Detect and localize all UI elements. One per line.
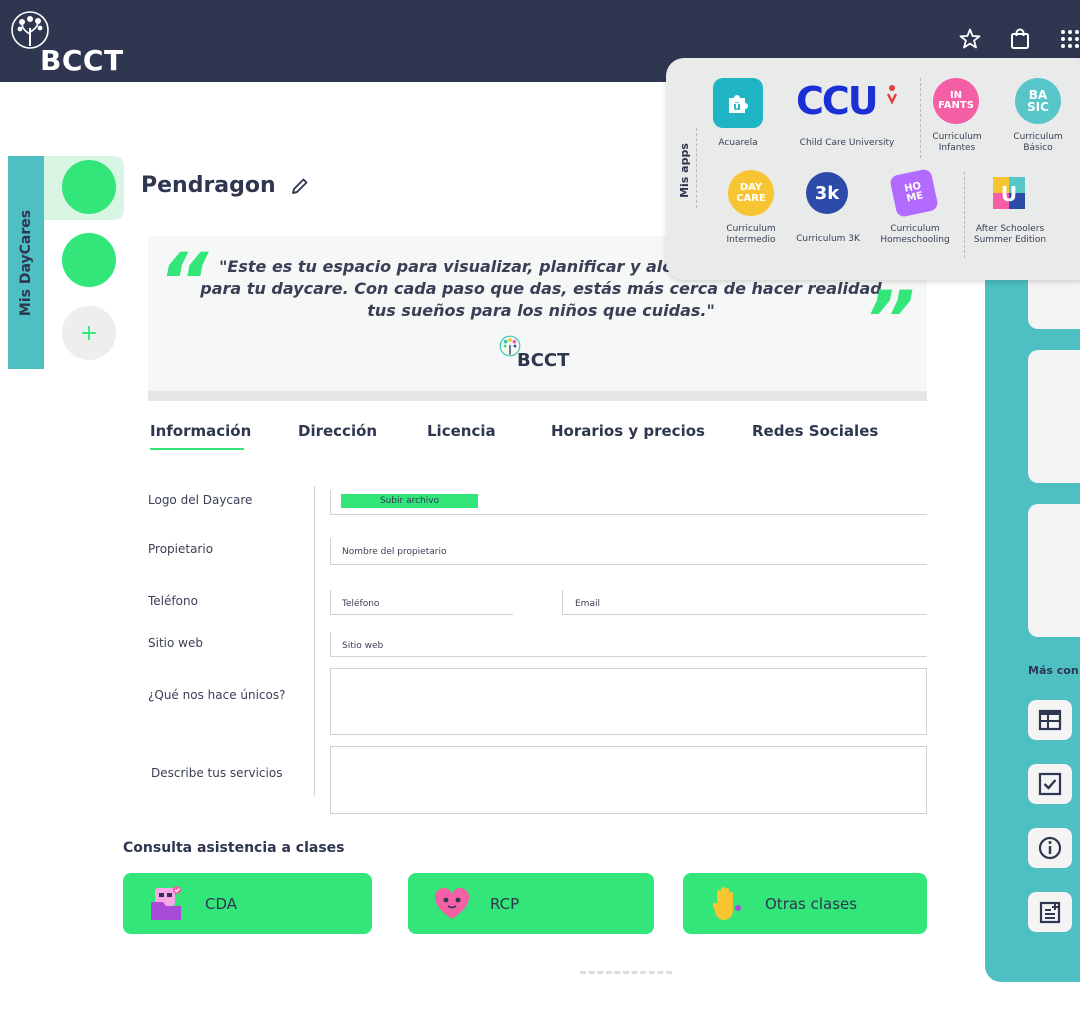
field-underline [330,564,927,565]
svg-text:U: U [1001,182,1017,206]
basico-label: Curriculum Básico [1013,132,1063,153]
basic-icon: BA SIC [1015,78,1061,124]
owner-label: Propietario [148,542,214,556]
scroll-hint-divider [580,971,672,974]
field-underline [330,614,513,615]
cda-class-button[interactable]: CDA [123,873,372,934]
field-underline [330,656,927,657]
apps-divider [964,172,965,258]
field-border [330,490,331,514]
daycare-avatar-selected[interactable] [62,160,116,214]
quote-brand-logo: BCCT [498,334,578,374]
page-title: Pendragon [141,173,310,198]
daycare-avatar[interactable] [62,233,116,287]
heart-character-icon [435,887,469,919]
3k-icon: 3k [806,172,848,214]
store-button[interactable] [1005,24,1035,54]
field-underline [562,614,927,615]
phone-label: Teléfono [148,594,198,608]
brand-logo[interactable]: BCCT [8,8,148,77]
my-apps-label: Mis apps [674,130,694,210]
tab-direccion[interactable]: Dirección [298,422,377,440]
tab-licencia[interactable]: Licencia [427,422,496,440]
plus-icon: + [79,320,99,346]
calendar-table-icon [1038,709,1062,731]
active-tab-indicator [150,448,244,450]
cda-label: CDA [205,894,238,913]
my-apps-text: Mis apps [677,142,691,198]
rcp-class-button[interactable]: RCP [408,873,654,934]
apps-menu-button[interactable] [1055,24,1080,54]
field-border [330,538,331,564]
calendar-shortcut-button[interactable] [1028,700,1072,740]
infantes-label: Curriculum Infantes [932,132,982,153]
apps-divider [696,128,697,208]
unique-label: ¿Qué nos hace únicos? [148,688,286,702]
phone-input[interactable]: Teléfono [342,599,379,609]
my-daycares-label: Mis DayCares [18,209,34,316]
services-label: Describe tus servicios [151,766,283,780]
apps-divider [920,78,921,158]
intermedio-label: Curriculum Intermedio [726,224,776,245]
attendance-section-title: Consulta asistencia a clases [123,840,345,856]
email-input[interactable]: Email [575,599,600,609]
checkbox-icon [1038,772,1062,796]
edit-pencil-icon[interactable] [290,176,310,196]
puzzle-u-icon: U [993,177,1025,209]
homeschooling-label: Curriculum Homeschooling [880,224,950,245]
website-input[interactable]: Sitio web [342,641,383,651]
field-border [562,590,563,614]
brand-name: BCCT [40,44,124,77]
owner-name-input[interactable]: Nombre del propietario [342,547,446,557]
info-shortcut-button[interactable] [1028,828,1072,868]
favorites-button[interactable] [955,24,985,54]
daycare-icon: DAY CARE [728,170,774,216]
side-card[interactable] [1028,350,1080,483]
puzzle-piece-icon: ü [729,95,748,113]
side-card[interactable] [1028,504,1080,637]
website-label: Sitio web [148,636,203,650]
notes-shortcut-button[interactable] [1028,892,1072,932]
upload-file-button[interactable]: Subir archivo [341,494,478,508]
upload-button-label: Subir archivo [379,496,440,506]
unique-textarea[interactable] [330,668,927,735]
after-schoolers-label: After Schoolers Summer Edition [973,224,1047,245]
field-border [330,590,331,614]
other-classes-button[interactable]: Otras clases [683,873,927,934]
ccu-logo-icon: CCU [796,80,898,120]
raised-hand-icon [712,886,741,920]
svg-text:ü: ü [733,100,741,113]
home-icon: HO ME [889,168,939,218]
tab-redes-sociales[interactable]: Redes Sociales [752,422,878,440]
apps-grid-icon [1061,30,1079,48]
daycare-name: Pendragon [141,173,276,198]
star-icon [959,28,981,49]
rcp-label: RCP [490,894,520,913]
services-textarea[interactable] [330,746,927,814]
quote-logo-text: BCCT [517,350,570,371]
field-border [330,632,331,656]
acuarela-label: Acuarela [718,138,758,148]
checklist-shortcut-button[interactable] [1028,764,1072,804]
field-underline [330,514,927,515]
add-daycare-button[interactable]: + [62,306,116,360]
other-classes-label: Otras clases [765,894,858,913]
close-quote-mark: ” [864,276,915,366]
folder-character-icon [151,885,181,920]
my-daycares-tab[interactable]: Mis DayCares [8,156,44,369]
add-note-icon [1039,901,1061,924]
3k-label: Curriculum 3K [796,234,860,244]
svg-text:CCU: CCU [796,80,877,120]
infants-icon: IN FANTS [933,78,979,124]
form-column-divider [314,486,315,796]
after-schoolers-icon: U [988,172,1030,214]
acuarela-icon: ü [713,78,763,128]
tab-informacion[interactable]: Información [150,422,251,440]
more-content-label: Más con [1028,664,1079,677]
logo-label: Logo del Daycare [148,493,253,507]
ccu-label: Child Care University [799,138,895,148]
bag-icon [1011,28,1029,49]
info-icon [1038,836,1062,860]
tab-horarios-precios[interactable]: Horarios y precios [551,422,705,440]
